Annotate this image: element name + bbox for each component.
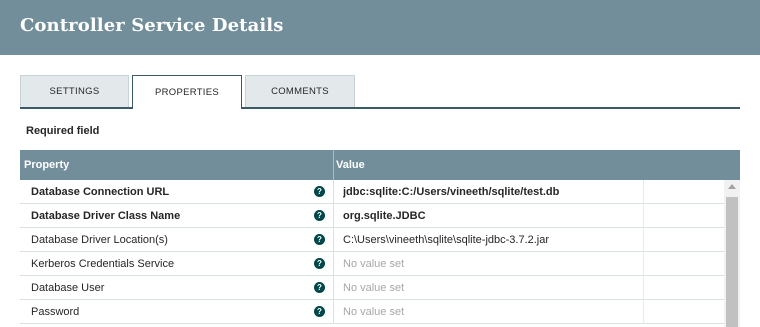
table-row[interactable]: Database Driver Location(s) ? C:\Users\v… <box>20 228 724 252</box>
column-header-property[interactable]: Property <box>24 159 69 171</box>
column-header-value[interactable]: Value <box>336 159 365 171</box>
dialog-header: Controller Service Details <box>0 0 760 55</box>
property-value[interactable]: No value set <box>343 258 639 270</box>
table-row[interactable]: Kerberos Credentials Service ? No value … <box>20 252 724 276</box>
cell-divider <box>643 228 644 252</box>
required-field-label: Required field <box>26 125 100 137</box>
property-name: Database Driver Class Name <box>31 210 181 222</box>
scroll-up-arrow-icon[interactable] <box>728 184 736 189</box>
tab-bar: SETTINGS PROPERTIES COMMENTS <box>20 75 740 109</box>
property-value[interactable]: jdbc:sqlite:C:/Users/vineeth/sqlite/test… <box>343 186 639 198</box>
cell-divider <box>643 180 644 204</box>
property-value[interactable]: No value set <box>343 306 639 318</box>
tab-settings[interactable]: SETTINGS <box>20 75 129 107</box>
table-row[interactable]: Password ? No value set <box>20 300 724 324</box>
property-name: Database Driver Location(s) <box>31 234 168 246</box>
property-value[interactable]: No value set <box>343 282 639 294</box>
table-row[interactable]: Database User ? No value set <box>20 276 724 300</box>
help-icon[interactable]: ? <box>314 210 325 221</box>
help-icon[interactable]: ? <box>314 234 325 245</box>
help-icon[interactable]: ? <box>314 258 325 269</box>
cell-divider <box>643 276 644 300</box>
tab-properties[interactable]: PROPERTIES <box>132 75 242 109</box>
scroll-thumb[interactable] <box>726 197 738 327</box>
cell-divider <box>333 228 334 252</box>
tab-comments[interactable]: COMMENTS <box>245 75 355 107</box>
help-icon[interactable]: ? <box>314 306 325 317</box>
property-value[interactable]: C:\Users\vineeth\sqlite\sqlite-jdbc-3.7.… <box>343 234 639 246</box>
cell-divider <box>643 204 644 228</box>
cell-divider <box>643 300 644 324</box>
help-icon[interactable]: ? <box>314 282 325 293</box>
tab-underline <box>20 107 740 109</box>
cell-divider <box>333 300 334 324</box>
properties-table-body: Database Connection URL ? jdbc:sqlite:C:… <box>20 180 724 327</box>
column-divider <box>333 150 334 180</box>
property-value[interactable]: org.sqlite.JDBC <box>343 210 639 222</box>
table-row[interactable]: Database Driver Class Name ? org.sqlite.… <box>20 204 724 228</box>
dialog-title: Controller Service Details <box>20 15 284 36</box>
cell-divider <box>643 252 644 276</box>
help-icon[interactable]: ? <box>314 186 325 197</box>
table-scrollbar[interactable] <box>724 180 740 327</box>
cell-divider <box>333 180 334 204</box>
table-row[interactable]: Database Connection URL ? jdbc:sqlite:C:… <box>20 180 724 204</box>
property-name: Password <box>31 306 80 318</box>
property-name: Database User <box>31 282 105 294</box>
cell-divider <box>333 252 334 276</box>
property-name: Database Connection URL <box>31 186 170 198</box>
cell-divider <box>333 204 334 228</box>
properties-table-header: Property Value <box>20 150 740 180</box>
cell-divider <box>333 276 334 300</box>
property-name: Kerberos Credentials Service <box>31 258 175 270</box>
